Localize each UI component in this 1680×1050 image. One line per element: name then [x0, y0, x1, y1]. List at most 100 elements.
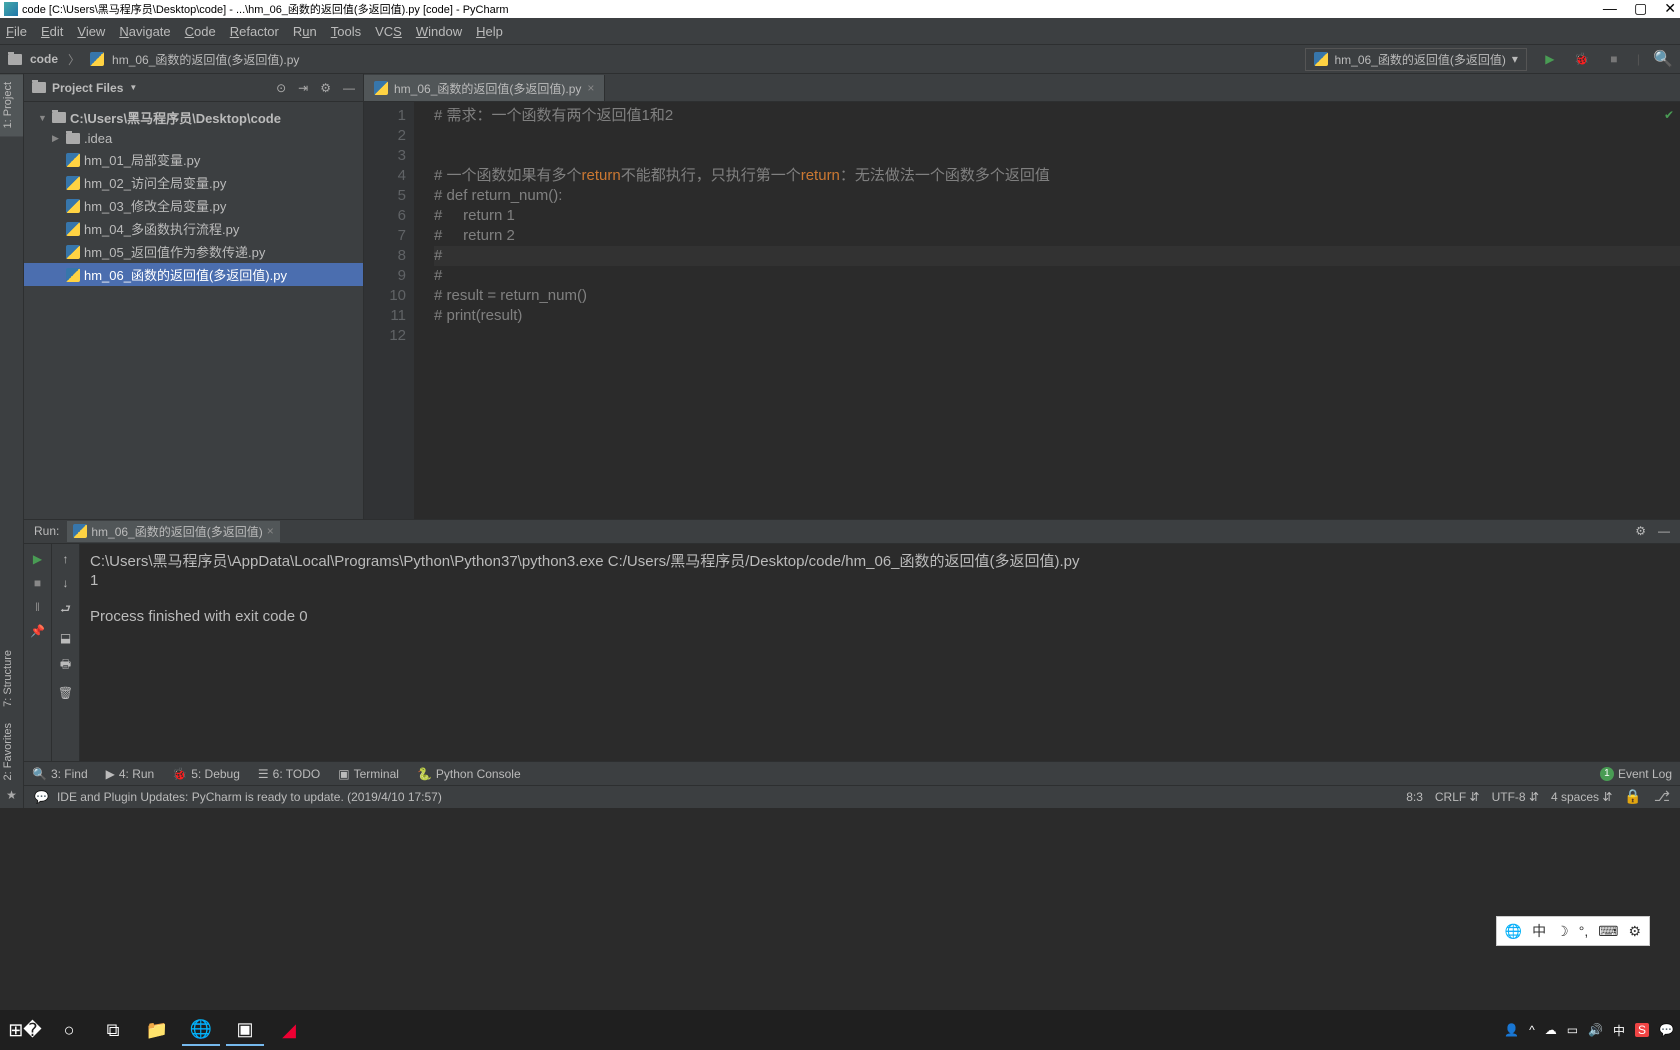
tree-root[interactable]: ▼ C:\Users\黑马程序员\Desktop\code — [24, 106, 363, 129]
menu-code[interactable]: Code — [185, 24, 216, 39]
dropdown-icon: ▾ — [1512, 52, 1518, 66]
debug-button[interactable]: 🐞 — [1573, 50, 1591, 68]
scroll-icon[interactable]: ⬓ — [60, 631, 71, 645]
maximize-button[interactable]: ▢ — [1634, 0, 1647, 16]
collapse-icon[interactable]: ⇥ — [298, 81, 308, 95]
menu-refactor[interactable]: Refactor — [230, 24, 279, 39]
tool-todo[interactable]: ☰ 6: TODO — [258, 767, 320, 781]
tree-file[interactable]: hm_03_修改全局变量.py — [24, 194, 363, 217]
menu-help[interactable]: Help — [476, 24, 503, 39]
project-tool-tab[interactable]: 1: Project — [0, 74, 23, 136]
taskbar-chrome[interactable]: 🌐 — [182, 1014, 220, 1046]
tray-notifications-icon[interactable]: 💬 — [1659, 1023, 1674, 1037]
git-branch-icon[interactable]: ⎇ — [1654, 788, 1670, 805]
status-message: IDE and Plugin Updates: PyCharm is ready… — [57, 790, 442, 804]
ime-globe-icon[interactable]: 🌐 — [1505, 923, 1522, 940]
menu-run[interactable]: Run — [293, 24, 317, 39]
run-config-selector[interactable]: hm_06_函数的返回值(多返回值) ▾ — [1305, 48, 1526, 71]
cortana-icon[interactable]: ○ — [50, 1014, 88, 1046]
inspection-ok-icon[interactable]: ✔ — [1664, 108, 1674, 122]
hide-icon[interactable]: — — [343, 81, 355, 95]
folder-icon — [32, 82, 46, 93]
run-output[interactable]: C:\Users\黑马程序员\AppData\Local\Programs\Py… — [80, 544, 1680, 762]
tray-battery-icon[interactable]: ▭ — [1567, 1023, 1578, 1037]
tab-close-icon[interactable]: × — [267, 524, 274, 538]
tray-people-icon[interactable]: 👤 — [1504, 1023, 1519, 1037]
breadcrumb-file[interactable]: hm_06_函数的返回值(多返回值).py — [112, 51, 299, 68]
settings-icon[interactable]: ⚙ — [320, 81, 331, 95]
ime-moon-icon[interactable]: ☽ — [1556, 923, 1569, 940]
line-ending[interactable]: CRLF ⇵ — [1435, 790, 1480, 804]
code-editor[interactable]: 123456789101112 # 需求：一个函数有两个返回值1和2 # 一个函… — [364, 102, 1680, 519]
tree-file[interactable]: hm_02_访问全局变量.py — [24, 171, 363, 194]
wrap-icon[interactable]: ⮐ — [60, 600, 71, 621]
tool-debug[interactable]: 🐞 5: Debug — [172, 767, 240, 781]
taskbar-acrobat[interactable]: ◢ — [270, 1014, 308, 1046]
tool-python-console[interactable]: 🐍 Python Console — [417, 767, 521, 781]
menu-edit[interactable]: Edit — [41, 24, 63, 39]
tree-file[interactable]: hm_01_局部变量.py — [24, 148, 363, 171]
ime-lang[interactable]: 中 — [1532, 921, 1546, 941]
file-encoding[interactable]: UTF-8 ⇵ — [1492, 790, 1539, 804]
up-icon[interactable]: ↑ — [63, 552, 69, 566]
tool-find[interactable]: 🔍 3: Find — [32, 767, 88, 781]
tree-file-selected[interactable]: hm_06_函数的返回值(多返回值).py — [24, 263, 363, 286]
trash-icon[interactable]: 🗑 — [58, 686, 73, 700]
start-button[interactable]: ⊞� — [6, 1014, 44, 1046]
menu-tools[interactable]: Tools — [331, 24, 361, 39]
breadcrumb-root[interactable]: code — [30, 52, 58, 66]
menu-view[interactable]: View — [77, 24, 105, 39]
close-button[interactable]: ✕ — [1664, 0, 1676, 16]
settings-icon[interactable]: ⚙ — [1635, 524, 1646, 538]
stop-button[interactable]: ■ — [1605, 50, 1623, 68]
python-file-icon — [66, 268, 80, 282]
tool-terminal[interactable]: ▣ Terminal — [338, 767, 399, 781]
tray-ime[interactable]: 中 — [1613, 1022, 1625, 1039]
favorites-tool-tab[interactable]: 2: Favorites — [0, 715, 23, 788]
tree-file[interactable]: hm_05_返回值作为参数传递.py — [24, 240, 363, 263]
tool-event-log[interactable]: 1 Event Log — [1600, 767, 1672, 781]
tree-file[interactable]: hm_04_多函数执行流程.py — [24, 217, 363, 240]
menu-navigate[interactable]: Navigate — [119, 24, 170, 39]
structure-tool-tab[interactable]: 7: Structure — [0, 642, 23, 715]
ime-punct-icon[interactable]: °, — [1579, 923, 1589, 939]
tray-onedrive-icon[interactable]: ☁ — [1545, 1023, 1557, 1037]
minimize-button[interactable]: — — [1603, 0, 1617, 16]
pause-button[interactable]: ‖ — [35, 600, 40, 614]
taskbar-explorer[interactable]: 📁 — [138, 1014, 176, 1046]
tree-folder-idea[interactable]: ▶ .idea — [24, 129, 363, 148]
indent-setting[interactable]: 4 spaces ⇵ — [1551, 790, 1612, 804]
down-icon[interactable]: ↓ — [63, 576, 69, 590]
locate-icon[interactable]: ⊙ — [276, 81, 286, 95]
ime-keyboard-icon[interactable]: ⌨ — [1598, 923, 1618, 940]
readonly-lock-icon[interactable]: 🔒 — [1624, 788, 1641, 805]
dropdown-icon[interactable]: ▼ — [129, 83, 137, 92]
taskbar-pycharm[interactable]: ▣ — [226, 1014, 264, 1046]
search-button[interactable]: 🔍 — [1654, 50, 1672, 68]
menu-file[interactable]: File — [6, 24, 27, 39]
ime-settings-icon[interactable]: ⚙ — [1628, 923, 1641, 940]
tab-close-icon[interactable]: × — [587, 81, 594, 95]
print-icon[interactable]: 🖶 — [60, 655, 71, 676]
ime-toolbar[interactable]: 🌐 中 ☽ °, ⌨ ⚙ — [1496, 916, 1650, 946]
hide-icon[interactable]: — — [1658, 524, 1670, 538]
folder-icon — [8, 54, 22, 65]
tray-up-icon[interactable]: ^ — [1529, 1023, 1535, 1037]
tray-sogou-icon[interactable]: S — [1635, 1023, 1649, 1037]
task-view-icon[interactable]: ⧉ — [94, 1014, 132, 1046]
run-button[interactable]: ▶ — [1541, 50, 1559, 68]
editor-tab[interactable]: hm_06_函数的返回值(多返回值).py × — [364, 75, 605, 101]
stop-button[interactable]: ■ — [34, 576, 41, 590]
notification-icon[interactable]: 💬 — [34, 790, 49, 804]
caret-position[interactable]: 8:3 — [1406, 790, 1423, 804]
run-tab[interactable]: hm_06_函数的返回值(多返回值) × — [67, 521, 279, 542]
menu-window[interactable]: Window — [416, 24, 462, 39]
favorites-star-icon[interactable]: ★ — [0, 788, 23, 808]
menu-vcs[interactable]: VCS — [375, 24, 402, 39]
pin-icon[interactable]: 📌 — [30, 624, 45, 638]
project-panel-title[interactable]: Project Files — [52, 81, 123, 95]
tray-volume-icon[interactable]: 🔊 — [1588, 1023, 1603, 1037]
tool-run[interactable]: ▶ 4: Run — [106, 767, 155, 781]
rerun-button[interactable]: ▶ — [33, 552, 42, 566]
project-tree[interactable]: ▼ C:\Users\黑马程序员\Desktop\code ▶ .idea hm… — [24, 102, 363, 519]
